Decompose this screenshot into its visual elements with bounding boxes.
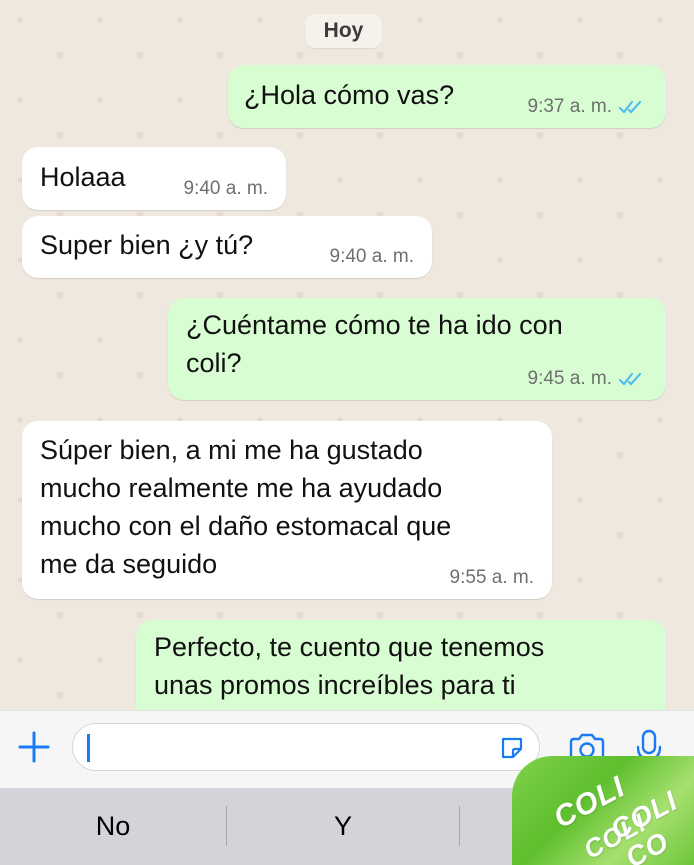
message-text: Holaaa <box>40 162 126 192</box>
suggestion-item[interactable]: No <box>0 788 226 865</box>
plus-icon[interactable] <box>14 727 54 767</box>
message-text: Perfecto, te cuento que tenemos unas pro… <box>154 632 545 700</box>
double-check-icon <box>618 372 642 386</box>
message-time: 9:40 a. m. <box>329 246 415 267</box>
message-meta: 9:55 a. m. <box>450 567 535 589</box>
message-time: 9:37 a. m. <box>527 96 613 117</box>
message-text: ¿Cuéntame cómo te ha ido con coli? <box>186 310 563 378</box>
plus-icon-glyph <box>18 731 50 763</box>
coli-product-overlay: COLI COLI COLI CO <box>512 756 694 865</box>
outgoing-message[interactable]: ¿Cuéntame cómo te ha ido con coli? 9:45 … <box>168 298 666 400</box>
message-meta: 9:40 a. m. <box>330 246 415 268</box>
incoming-message[interactable]: Super bien ¿y tú? 9:40 a. m. <box>22 216 432 278</box>
message-time: 9:40 a. m. <box>183 178 269 199</box>
outgoing-message[interactable]: ¿Hola cómo vas? 9:37 a. m. <box>228 65 666 128</box>
message-meta: 9:45 a. m. <box>528 368 649 390</box>
incoming-message[interactable]: Súper bien, a mi me ha gustado mucho rea… <box>22 421 552 599</box>
message-text: Super bien ¿y tú? <box>40 230 254 260</box>
incoming-message[interactable]: Holaaa 9:40 a. m. <box>22 147 286 210</box>
message-time: 9:45 a. m. <box>527 368 613 389</box>
message-input[interactable] <box>72 723 540 771</box>
message-meta: 9:40 a. m. <box>184 178 269 200</box>
message-text: ¿Hola cómo vas? <box>244 80 455 110</box>
suggestion-divider <box>459 806 460 846</box>
date-chip: Hoy <box>305 14 382 48</box>
outgoing-message[interactable]: Perfecto, te cuento que tenemos unas pro… <box>136 620 666 710</box>
double-check-icon <box>618 100 642 114</box>
chat-area[interactable]: Hoy ¿Hola cómo vas? 9:37 a. m. Holaaa 9:… <box>0 0 694 710</box>
sticker-icon[interactable] <box>499 735 525 761</box>
suggestion-item[interactable]: Y <box>227 788 459 865</box>
message-meta: 9:37 a. m. <box>528 96 649 118</box>
text-caret <box>87 734 90 762</box>
message-time: 9:55 a. m. <box>449 567 535 588</box>
message-text: Súper bien, a mi me ha gustado mucho rea… <box>40 435 452 579</box>
